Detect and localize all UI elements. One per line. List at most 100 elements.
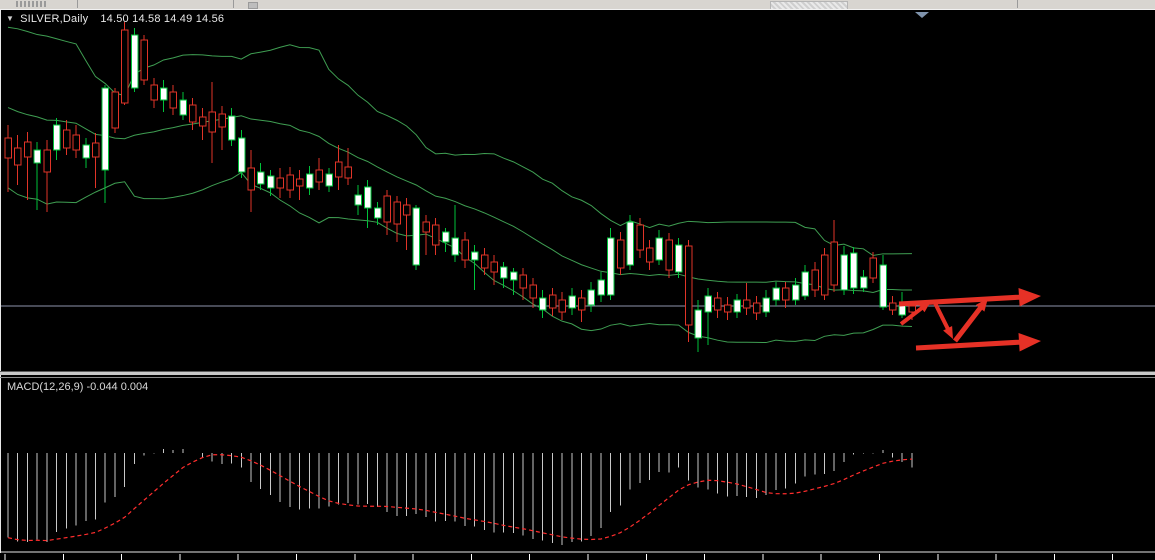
candle-body — [472, 252, 479, 260]
candle-body — [744, 300, 751, 308]
candle-body — [180, 100, 187, 115]
candle-body — [559, 300, 566, 312]
candle-body — [783, 288, 790, 300]
candle-body — [190, 105, 197, 122]
candle-body — [569, 296, 576, 308]
toolbar-fragment-button[interactable] — [248, 2, 258, 9]
candle-body — [656, 238, 663, 260]
trend-arrow[interactable] — [953, 298, 988, 343]
candle-body — [141, 40, 148, 80]
trend-arrow[interactable] — [916, 333, 1041, 352]
candle-body — [549, 295, 556, 308]
candle-body — [209, 112, 216, 132]
candle-body — [880, 265, 887, 307]
chart-area[interactable]: ▼ SILVER,Daily 14.50 14.58 14.49 14.56 M… — [0, 10, 1155, 560]
candle-body — [5, 138, 12, 158]
candle-body — [870, 258, 877, 278]
candle-body — [695, 310, 702, 338]
macd-panel-border — [0, 377, 1155, 378]
middle-band — [8, 108, 912, 293]
trend-arrows[interactable] — [899, 288, 1041, 352]
candle-body — [63, 130, 70, 148]
candle-body — [423, 222, 430, 232]
candle-body — [151, 85, 158, 100]
candle-body — [812, 270, 819, 290]
candle-body — [831, 242, 838, 285]
lower-band — [8, 173, 912, 343]
chart-shift-marker-icon[interactable] — [915, 12, 929, 18]
candle-body — [413, 208, 420, 265]
candle-body — [773, 288, 780, 300]
symbol-label: ▼ SILVER,Daily 14.50 14.58 14.49 14.56 — [6, 13, 224, 25]
candle-body — [452, 238, 459, 255]
candle-body — [909, 306, 916, 312]
candle-body — [763, 298, 770, 312]
candle-body — [647, 248, 654, 262]
candle-body — [297, 179, 304, 186]
chart-canvas[interactable] — [0, 10, 1155, 560]
toolbar-separator — [1017, 0, 1018, 8]
window-left-border — [0, 10, 1, 553]
candle-body — [54, 125, 61, 150]
candle-body — [44, 150, 51, 172]
candle-body — [394, 202, 401, 224]
candle-body — [170, 92, 177, 108]
candle-body — [258, 172, 265, 184]
candle-body — [335, 162, 342, 177]
candle-body — [102, 88, 109, 170]
macd-indicator-label: MACD(12,26,9) -0.044 0.004 — [7, 381, 148, 393]
candle-body — [365, 187, 372, 208]
candle-body — [355, 195, 362, 205]
candle-body — [112, 92, 119, 128]
candle-body — [724, 305, 731, 312]
symbol-name: SILVER,Daily — [20, 13, 88, 25]
toolbar-strip — [0, 0, 1155, 10]
candle-body — [705, 296, 712, 312]
candle-body — [792, 285, 799, 300]
toolbar-fragment-disabled-button — [770, 1, 848, 10]
collapse-triangle-icon[interactable]: ▼ — [6, 15, 14, 23]
candle-body — [122, 30, 129, 103]
candle-body — [617, 240, 624, 268]
metatrader-window: ▼ SILVER,Daily 14.50 14.58 14.49 14.56 M… — [0, 0, 1155, 560]
candle-body — [24, 142, 31, 157]
candle-body — [899, 305, 906, 315]
candle-body — [316, 170, 323, 182]
candle-body — [287, 175, 294, 190]
candle-body — [890, 303, 897, 310]
candle-body — [627, 222, 634, 265]
candle-body — [530, 285, 537, 298]
candle-body — [384, 196, 391, 222]
candle-body — [34, 150, 41, 163]
candle-body — [199, 117, 206, 126]
candle-body — [326, 174, 333, 186]
candles — [5, 22, 915, 352]
candle-body — [442, 232, 449, 242]
candle-body — [374, 208, 381, 218]
panel-splitter[interactable] — [0, 371, 1155, 375]
time-axis[interactable] — [0, 552, 1155, 560]
candle-body — [219, 114, 226, 127]
macd-name: MACD(12,26,9) — [7, 381, 83, 393]
candle-body — [860, 277, 867, 288]
candle-body — [92, 143, 99, 157]
ohlc-values: 14.50 14.58 14.49 14.56 — [100, 13, 224, 25]
candle-body — [15, 148, 22, 165]
candle-body — [637, 225, 644, 250]
toolbar-fragment-dots-icon — [16, 1, 46, 7]
candle-body — [666, 240, 673, 270]
candle-body — [821, 255, 828, 295]
toolbar-separator — [233, 0, 234, 8]
macd-histogram — [8, 449, 912, 545]
candle-body — [685, 246, 692, 325]
candle-body — [248, 168, 255, 190]
macd-values: -0.044 0.004 — [86, 381, 148, 393]
trend-arrow[interactable] — [899, 288, 1041, 307]
candle-body — [501, 267, 508, 278]
candle-body — [481, 255, 488, 268]
candle-body — [229, 116, 236, 140]
candle-body — [588, 290, 595, 305]
candle-body — [131, 35, 138, 88]
candle-body — [433, 225, 440, 245]
candle-body — [608, 238, 615, 295]
